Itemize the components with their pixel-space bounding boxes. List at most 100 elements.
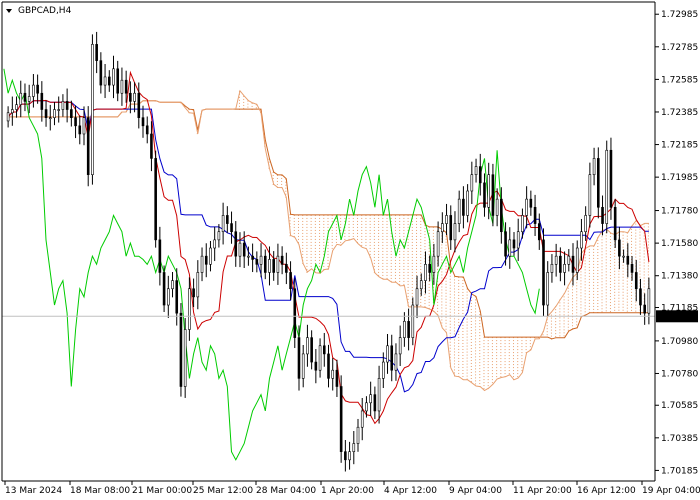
cloud-dot xyxy=(504,361,506,363)
cloud-dot xyxy=(462,375,464,377)
candle-body xyxy=(32,84,35,97)
cloud-dot xyxy=(618,297,620,299)
cloud-dot xyxy=(500,340,502,342)
cloud-dot xyxy=(479,368,481,370)
cloud-dot xyxy=(378,226,380,228)
cloud-dot xyxy=(643,274,645,276)
cloud-dot xyxy=(369,253,371,255)
candle-body xyxy=(495,198,499,216)
x-tick-label: 18 Mar 08:00 xyxy=(70,486,130,496)
cloud-dot xyxy=(626,289,628,291)
cloud-dot xyxy=(407,295,409,297)
cloud-dot xyxy=(466,369,468,371)
cloud-dot xyxy=(597,270,599,272)
candle-body xyxy=(356,426,360,444)
cloud-dot xyxy=(369,235,371,237)
cloud-dot xyxy=(386,226,388,228)
cloud-dot xyxy=(323,262,325,264)
cloud-dot xyxy=(614,300,616,302)
cloud-dot xyxy=(382,223,384,225)
cloud-dot xyxy=(441,253,443,255)
cloud-dot xyxy=(588,257,590,259)
cloud-dot xyxy=(310,256,312,258)
cloud-dot xyxy=(631,291,633,293)
cloud-dot xyxy=(500,352,502,354)
cloud-dot xyxy=(399,259,401,261)
price-chart[interactable]: GBPCAD,H4 1.729851.727851.725851.723851.… xyxy=(0,0,700,500)
cloud-dot xyxy=(314,259,316,261)
cloud-dot xyxy=(491,346,493,348)
candle-body xyxy=(297,337,301,379)
cloud-dot xyxy=(445,262,447,264)
cloud-dot xyxy=(382,220,384,222)
candle-body xyxy=(95,44,98,61)
cloud-dot xyxy=(597,306,599,308)
cloud-dot xyxy=(369,247,371,249)
cloud-dot xyxy=(512,364,514,366)
cloud-dot xyxy=(403,280,405,282)
cloud-dot xyxy=(403,265,405,267)
candle-body xyxy=(175,280,179,314)
cloud-dot xyxy=(605,280,607,282)
cloud-dot xyxy=(618,300,620,302)
cloud-dot xyxy=(618,291,620,293)
cloud-dot xyxy=(479,332,481,334)
cloud-dot xyxy=(470,377,472,379)
cloud-dot xyxy=(521,340,523,342)
cloud-dot xyxy=(601,266,603,268)
cloud-dot xyxy=(597,303,599,305)
cloud-dot xyxy=(483,388,485,390)
symbol-dropdown-icon[interactable] xyxy=(6,9,12,13)
cloud-dot xyxy=(458,294,460,296)
cloud-dot xyxy=(643,244,645,246)
cloud-dot xyxy=(386,250,388,252)
candle-body xyxy=(630,264,634,273)
cloud-dot xyxy=(453,348,455,350)
cloud-dot xyxy=(445,244,447,246)
cloud-dot xyxy=(238,105,240,107)
candle-body xyxy=(70,109,73,118)
cloud-dot xyxy=(281,183,283,185)
cloud-dot xyxy=(437,310,439,312)
cloud-dot xyxy=(462,309,464,311)
cloud-dot xyxy=(597,255,599,257)
cloud-dot xyxy=(550,320,552,322)
cloud-dot xyxy=(411,295,413,297)
cloud-dot xyxy=(310,253,312,255)
candle-body xyxy=(192,288,195,298)
cloud-dot xyxy=(525,349,527,351)
cloud-dot xyxy=(601,242,603,244)
cloud-dot xyxy=(622,306,624,308)
candle-body xyxy=(571,255,575,273)
cloud-dot xyxy=(555,321,557,323)
cloud-dot xyxy=(483,340,485,342)
cloud-dot xyxy=(584,287,586,289)
cloud-dot xyxy=(382,232,384,234)
cloud-dot xyxy=(588,299,590,301)
candle-body xyxy=(554,255,558,265)
cloud-dot xyxy=(331,235,333,237)
cloud-dot xyxy=(449,353,451,355)
cloud-dot xyxy=(529,346,531,348)
y-tick-label: 1.70385 xyxy=(661,434,698,444)
candle-body xyxy=(335,369,339,387)
cloud-dot xyxy=(588,302,590,304)
x-tick-label: 16 Apr 12:00 xyxy=(577,486,636,496)
cloud-dot xyxy=(420,244,422,246)
cloud-dot xyxy=(466,303,468,305)
cloud-dot xyxy=(475,359,477,361)
cloud-dot xyxy=(597,252,599,254)
cloud-dot xyxy=(365,244,367,246)
candle-body xyxy=(584,215,587,233)
cloud-dot xyxy=(411,274,413,276)
cloud-dot xyxy=(601,290,603,292)
cloud-dot xyxy=(563,323,565,325)
cloud-dot xyxy=(517,349,519,351)
cloud-dot xyxy=(344,238,346,240)
cloud-dot xyxy=(327,256,329,258)
cloud-dot xyxy=(491,352,493,354)
cloud-dot xyxy=(453,288,455,290)
cloud-dot xyxy=(428,289,430,291)
cloud-dot xyxy=(319,247,321,249)
cloud-dot xyxy=(483,355,485,357)
